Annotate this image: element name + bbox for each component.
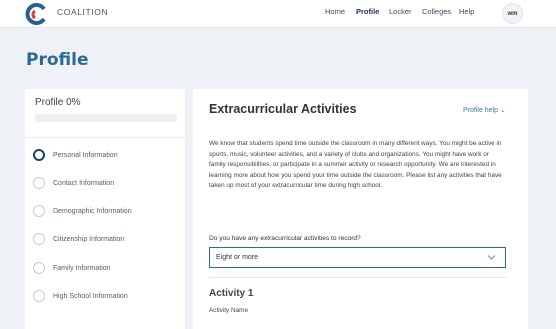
- sidebar-item-high-school-information[interactable]: High School Information: [33, 289, 128, 303]
- activities-question-label: Do you have any extracurricular activiti…: [209, 235, 361, 242]
- nav-home-link[interactable]: Home: [325, 7, 345, 16]
- activities-count-select[interactable]: Eight or more: [209, 247, 506, 268]
- user-avatar-button[interactable]: wm: [502, 3, 523, 24]
- coalition-logo-icon[interactable]: [24, 2, 48, 26]
- section-intro-text: We know that students spend time outside…: [209, 140, 502, 190]
- sidebar-item-citizenship-information[interactable]: Citizenship Information: [33, 232, 124, 246]
- step-radio-icon: [33, 177, 45, 189]
- section-divider: [209, 277, 506, 278]
- sidebar-item-label: Citizenship Information: [53, 235, 125, 243]
- profile-help-link[interactable]: Profile help ⌄: [463, 106, 506, 114]
- nav-colleges-link[interactable]: Colleges: [422, 7, 451, 16]
- activity-heading: Activity 1: [209, 288, 254, 299]
- nav-help-link[interactable]: Help: [459, 7, 474, 16]
- profile-sidebar: Profile 0% Personal Information Contact …: [25, 89, 185, 329]
- nav-profile-link[interactable]: Profile: [356, 7, 379, 16]
- profile-help-label: Profile help: [463, 107, 499, 114]
- sidebar-item-label: High School Information: [53, 292, 128, 300]
- activity-name-label: Activity Name: [209, 307, 249, 314]
- sidebar-item-contact-information[interactable]: Contact Information: [33, 176, 114, 190]
- sidebar-item-label: Family Information: [53, 264, 111, 272]
- profile-progress-bar: [35, 114, 177, 122]
- step-radio-icon: [33, 290, 45, 302]
- top-navigation-bar: COALITION Home Profile Locker Colleges H…: [0, 0, 556, 28]
- sidebar-item-demographic-information[interactable]: Demographic Information: [33, 204, 132, 218]
- step-radio-icon: [33, 262, 45, 274]
- sidebar-item-personal-information[interactable]: Personal Information: [33, 148, 118, 162]
- page-title: Profile: [26, 50, 89, 70]
- sidebar-item-label: Contact Information: [53, 179, 115, 187]
- sidebar-item-label: Demographic Information: [53, 207, 132, 215]
- step-radio-icon: [33, 205, 45, 217]
- select-value: Eight or more: [216, 254, 259, 261]
- chevron-down-icon: ⌄: [499, 107, 506, 114]
- brand-name: COALITION: [57, 7, 109, 17]
- sidebar-item-family-information[interactable]: Family Information: [33, 261, 111, 275]
- active-step-radio-icon: [33, 149, 45, 161]
- sidebar-item-label: Personal Information: [53, 151, 118, 159]
- section-title: Extracurricular Activities: [209, 102, 357, 116]
- step-radio-icon: [33, 233, 45, 245]
- extracurricular-panel: Extracurricular Activities Profile help …: [193, 89, 528, 329]
- sidebar-divider: [25, 137, 185, 138]
- chevron-down-icon: [487, 255, 496, 260]
- nav-locker-link[interactable]: Locker: [389, 7, 412, 16]
- profile-completion-title: Profile 0%: [35, 97, 81, 108]
